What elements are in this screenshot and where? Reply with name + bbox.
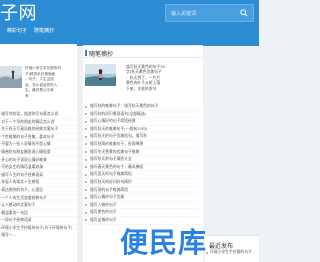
list-item[interactable]: ·环境小学生手抄报的句子(关于环境的句子) bbox=[0, 225, 77, 232]
list-item[interactable]: 描写心情好的句子简短经典 bbox=[85, 118, 201, 126]
list-item[interactable]: 描写秋的初识景观语句(全部精选) bbox=[85, 111, 201, 119]
list-item[interactable]: ·年轻人的现实人生感悟 bbox=[0, 179, 77, 187]
featured-thumbnail[interactable] bbox=[0, 66, 22, 88]
list-item[interactable]: 描写雨的句子唯美简短 bbox=[85, 187, 201, 195]
list-item[interactable]: 描写秋天的唯美句子(一般有20句) bbox=[85, 126, 201, 134]
list-item[interactable]: ·让人感动的文案句子 bbox=[0, 202, 77, 210]
nav-item-essays[interactable]: 随笔摘抄 bbox=[34, 28, 54, 35]
featured-essay[interactable]: 描写秋天景色的句子30 字(秋天景色优美句子 ：秋天到了，一片片 黄色的叶子从树… bbox=[85, 64, 201, 91]
list-item[interactable]: ·描写人生的句子经典语录 bbox=[0, 172, 77, 180]
list-item[interactable]: 描写秋天的句子摘抄大全 bbox=[85, 156, 201, 164]
site-logo[interactable]: 子网 bbox=[0, 1, 37, 27]
list-item[interactable]: 描写秋雨的唯美句子，秋雨绵绵 bbox=[85, 141, 201, 149]
list-item[interactable]: 描写春天景色的句子，春风拂面 bbox=[85, 164, 201, 172]
recent-panel: 最近发布 环境小学生手抄报的句子 bbox=[205, 235, 259, 262]
list-item[interactable]: 描写秋的唯美句子：描写秋天景色的句子 bbox=[85, 103, 201, 111]
list-item[interactable]: ·对于一个早的朋友的情话怎么说 bbox=[0, 119, 77, 127]
featured-essay-thumbnail[interactable] bbox=[85, 64, 116, 86]
nav-item-sentences[interactable]: 精彩句子 bbox=[7, 28, 27, 35]
search-icon[interactable] bbox=[240, 9, 248, 17]
featured-essay-excerpt: 描写秋天景色的句子30 字(秋天景色优美句子 ：秋天到了，一片片 黄色的叶子从树… bbox=[126, 64, 166, 91]
list-item[interactable]: ·描写一... bbox=[0, 232, 77, 239]
essay-list: 描写秋的唯美句子：描写秋天景色的句子 描写秋的初识景观语句(全部精选) 描写心情… bbox=[85, 103, 201, 225]
article-list: ·描写你的话，描述你写句意怎么说 ·对于一个早的朋友的情话怎么说 ·关于秋天写真… bbox=[0, 111, 77, 238]
list-item[interactable]: ·描写你的话，描述你写句意怎么说 bbox=[0, 111, 77, 119]
list-item[interactable]: ·开心的句子说说心情好唯美 bbox=[0, 157, 77, 165]
list-item[interactable]: 描写夏天的句子唯美简短 bbox=[85, 171, 201, 179]
list-item[interactable]: 描写人物的句子 bbox=[85, 202, 201, 210]
list-item[interactable]: ·表达想你的句子，心里话 bbox=[0, 187, 77, 195]
featured-excerpt: 环境小学生手抄报的句 子(精选手抄报版面 ：句子，人生当如 此，怎么说这样的人 … bbox=[25, 66, 61, 98]
list-item[interactable]: ·一个人的生活态度经典句子 bbox=[0, 195, 77, 203]
search-box bbox=[165, 4, 254, 22]
list-item[interactable]: 描写冬天雪景的优美句子唯美 bbox=[85, 149, 201, 157]
list-item[interactable]: ·个性唯美的句子合集，喜欢句子 bbox=[0, 134, 77, 142]
list-item[interactable]: ·最温柔的一句话 bbox=[0, 210, 77, 218]
left-panel: 环境小学生手抄报的句 子(精选手抄报版面 ：句子，人生当如 此，怎么说这样的人 … bbox=[0, 44, 77, 262]
recent-item[interactable]: 环境小学生手抄报的句子 bbox=[205, 249, 259, 256]
list-item[interactable]: ·写给女生的情话温柔浪漫 bbox=[0, 164, 77, 172]
list-item[interactable]: 描写心情的句子优美 bbox=[85, 194, 201, 202]
featured-article[interactable]: 环境小学生手抄报的句 子(精选手抄报版面 ：句子，人生当如 此，怎么说这样的人 … bbox=[0, 66, 77, 98]
list-item[interactable]: 描写秋天的好词好句摘抄 bbox=[85, 179, 201, 187]
list-item[interactable]: ·不要为一些人说情的不是心情 bbox=[0, 141, 77, 149]
search-input[interactable] bbox=[171, 7, 239, 20]
list-item[interactable]: 描写景色的句子 bbox=[85, 209, 201, 217]
watermark-logo: 便民库 bbox=[120, 226, 208, 259]
panel-title: 随笔摘抄 bbox=[83, 46, 203, 58]
list-item[interactable]: 描写秋天的句子优美短句，描写秋 bbox=[85, 133, 201, 141]
recent-title: 最近发布 bbox=[209, 243, 234, 250]
list-item[interactable]: ·情感短句朋友圈说说心情短语 bbox=[0, 149, 77, 157]
site-header: 子网 精彩句子 随笔摘抄 bbox=[0, 0, 259, 46]
main-nav: 精彩句子 随笔摘抄 bbox=[0, 27, 61, 36]
list-item[interactable]: ·一段句子经典语录 bbox=[0, 217, 77, 225]
list-item[interactable]: ·关于秋天写真风格的经典文案句子 bbox=[0, 126, 77, 134]
